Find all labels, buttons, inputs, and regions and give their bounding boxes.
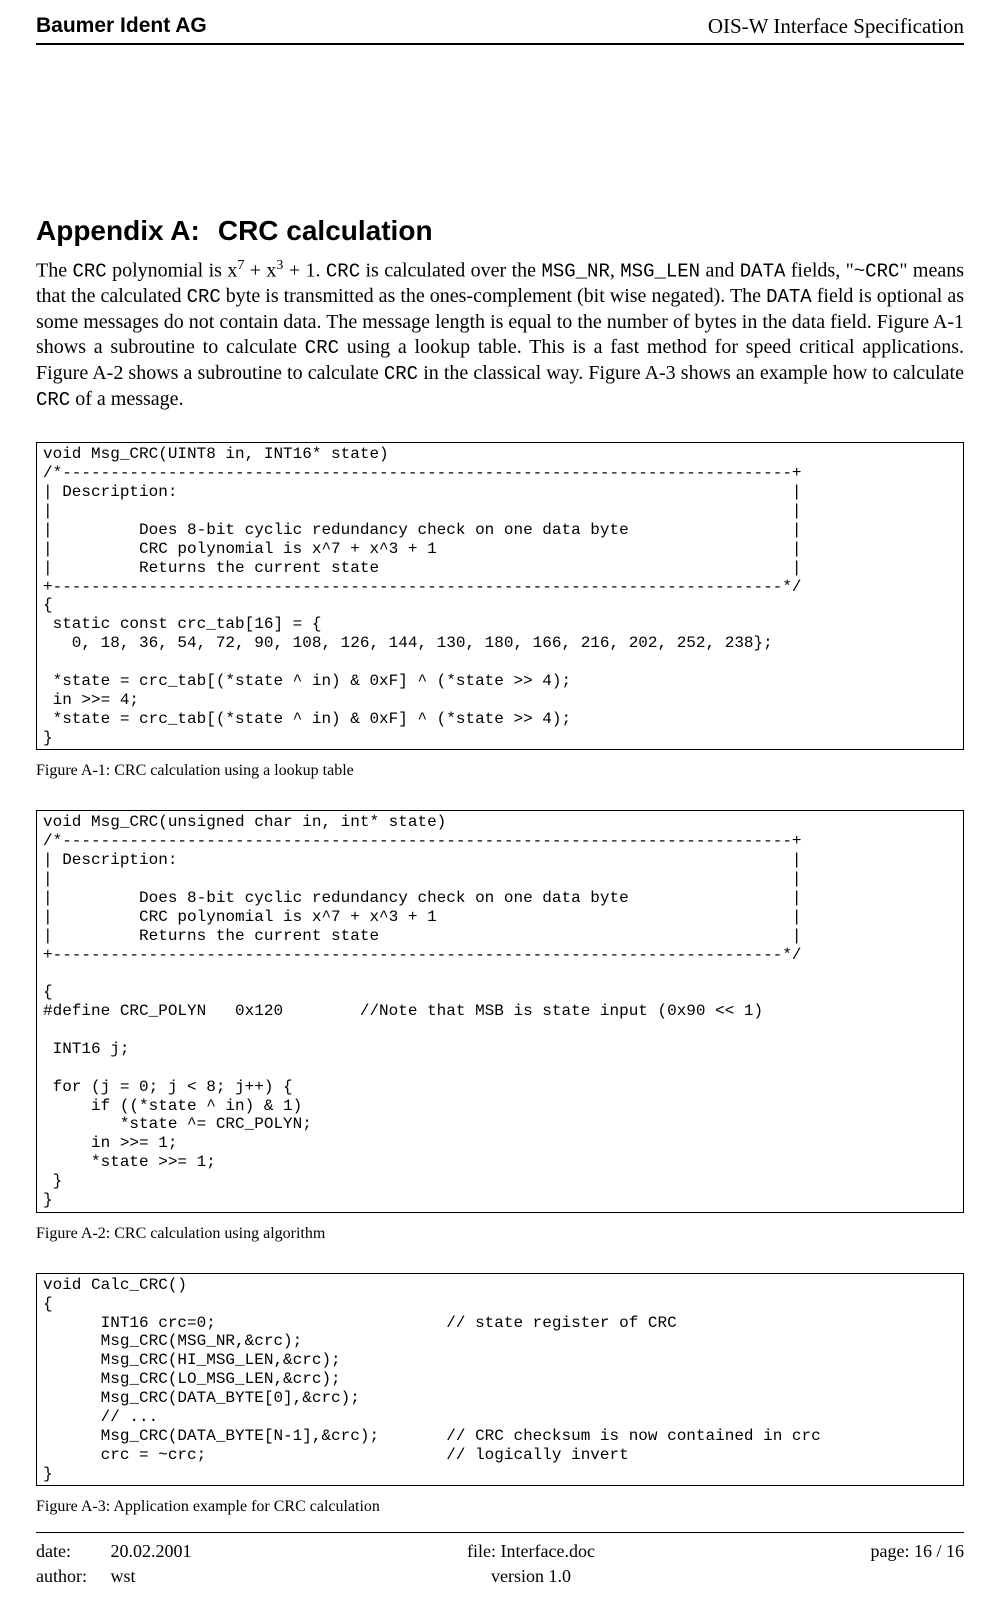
figure-caption-2: Figure A-2: CRC calculation using algori… bbox=[36, 1225, 964, 1243]
header-doc-title: OIS-W Interface Specification bbox=[708, 14, 964, 39]
header-company: Baumer Ident AG bbox=[36, 14, 207, 39]
text: byte is transmitted as the ones-compleme… bbox=[221, 285, 766, 307]
heading-title: CRC calculation bbox=[218, 215, 433, 246]
code-inline: ~CRC bbox=[854, 261, 900, 283]
footer-file: file: Interface.doc bbox=[467, 1539, 595, 1563]
code-inline: CRC bbox=[384, 363, 418, 385]
footer-date-label: date: bbox=[36, 1539, 106, 1563]
text: polynomial is x bbox=[107, 260, 238, 282]
intro-paragraph: The CRC polynomial is x7 + x3 + 1. CRC i… bbox=[36, 257, 964, 412]
code-inline: CRC bbox=[326, 261, 360, 283]
code-listing-3: void Calc_CRC() { INT16 crc=0; // state … bbox=[36, 1273, 964, 1487]
text: , bbox=[610, 260, 620, 282]
heading-label: Appendix A: bbox=[36, 215, 200, 246]
text: The bbox=[36, 260, 73, 282]
figure-caption-3: Figure A-3: Application example for CRC … bbox=[36, 1498, 964, 1516]
code-inline: DATA bbox=[766, 286, 812, 308]
footer-left: date: 20.02.2001 author: wst bbox=[36, 1539, 192, 1588]
code-inline: CRC bbox=[187, 286, 221, 308]
text: + 1. bbox=[283, 260, 325, 282]
code-inline: CRC bbox=[73, 261, 107, 283]
footer-center: file: Interface.doc version 1.0 bbox=[467, 1539, 595, 1588]
footer-author: wst bbox=[111, 1566, 136, 1586]
footer-right: page: 16 / 16 bbox=[871, 1539, 964, 1588]
text: is calculated over the bbox=[360, 260, 541, 282]
code-inline: DATA bbox=[740, 261, 786, 283]
text: + x bbox=[244, 260, 276, 282]
code-listing-1: void Msg_CRC(UINT8 in, INT16* state) /*-… bbox=[36, 442, 964, 750]
footer-author-label: author: bbox=[36, 1564, 106, 1588]
page-header: Baumer Ident AG OIS-W Interface Specific… bbox=[36, 14, 964, 43]
figure-caption-1: Figure A-1: CRC calculation using a look… bbox=[36, 762, 964, 780]
code-listing-2: void Msg_CRC(unsigned char in, int* stat… bbox=[36, 810, 964, 1212]
text: in the classical way. Figure A-3 shows a… bbox=[418, 362, 964, 384]
page-footer: date: 20.02.2001 author: wst file: Inter… bbox=[36, 1539, 964, 1588]
code-inline: MSG_LEN bbox=[620, 261, 700, 283]
code-inline: CRC bbox=[305, 337, 339, 359]
footer-date: 20.02.2001 bbox=[111, 1541, 192, 1561]
header-rule bbox=[36, 43, 964, 45]
text: of a message. bbox=[70, 388, 183, 410]
footer-page: page: 16 / 16 bbox=[871, 1539, 964, 1563]
code-inline: CRC bbox=[36, 389, 70, 411]
code-inline: MSG_NR bbox=[541, 261, 609, 283]
appendix-heading: Appendix A: CRC calculation bbox=[36, 215, 964, 247]
footer-rule bbox=[36, 1532, 964, 1533]
footer-version: version 1.0 bbox=[467, 1564, 595, 1588]
text: fields, " bbox=[785, 260, 853, 282]
text: and bbox=[700, 260, 740, 282]
